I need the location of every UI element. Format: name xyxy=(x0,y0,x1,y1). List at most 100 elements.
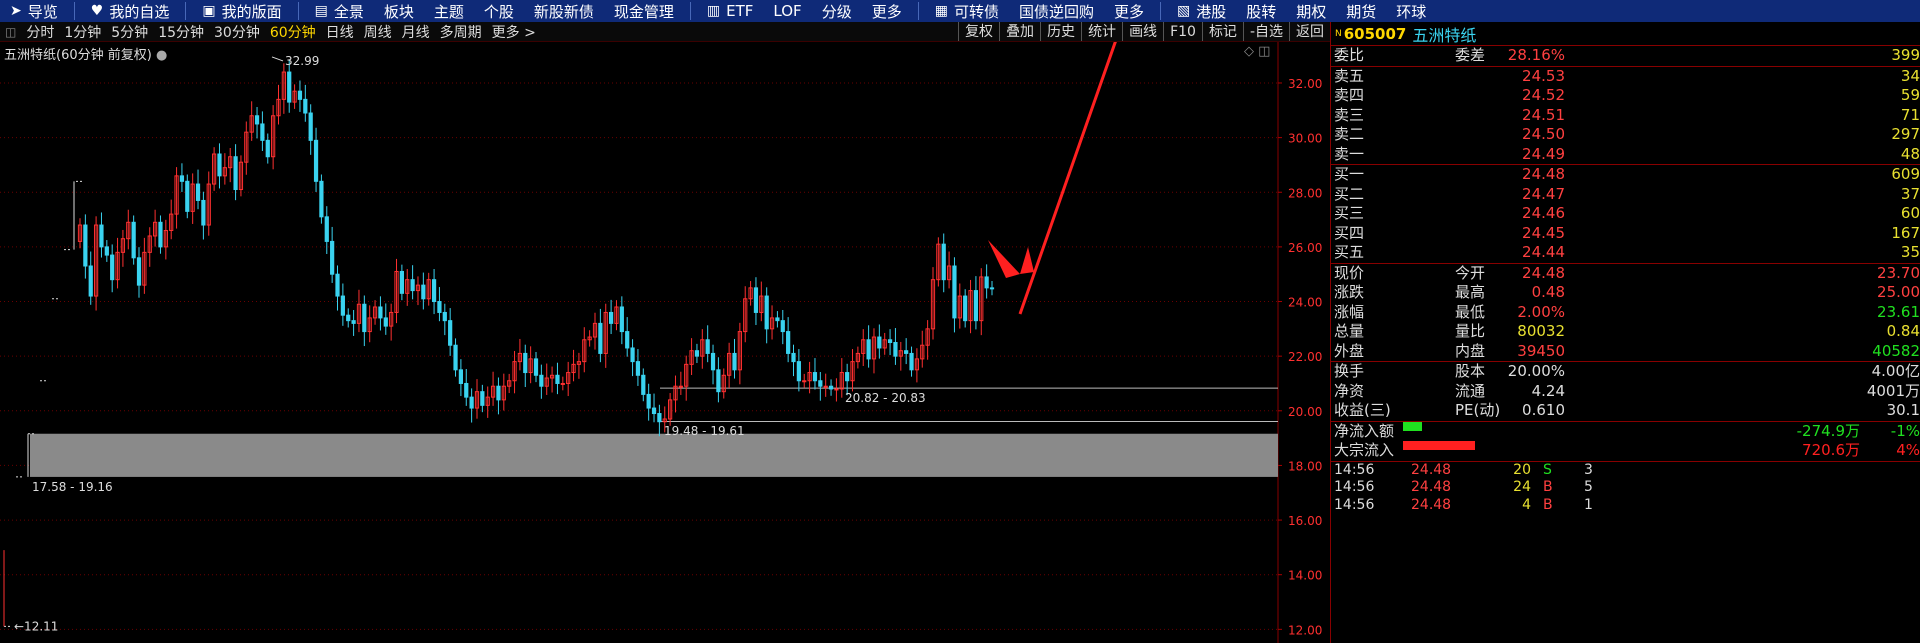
candle-body xyxy=(904,350,909,354)
nav-item-5[interactable]: 主题 xyxy=(424,0,474,22)
bid-row[interactable]: 买四 24.45 167 xyxy=(1331,224,1920,244)
period-tab-10[interactable]: 更多 > xyxy=(487,22,541,41)
bid-row[interactable]: 买五 24.44 35 xyxy=(1331,243,1920,263)
nav-item-20[interactable]: 环球 xyxy=(1386,0,1436,22)
function-button-6[interactable]: 标记 xyxy=(1201,22,1243,41)
period-tab-1[interactable]: 1分钟 xyxy=(59,22,106,41)
function-button-3[interactable]: 统计 xyxy=(1081,22,1122,41)
fund-label: 换手 xyxy=(1334,362,1365,380)
candle-body xyxy=(786,331,791,354)
nav-item-17[interactable]: 股转 xyxy=(1236,0,1286,22)
nav-item-2[interactable]: ▣ 我的版面 xyxy=(192,0,291,22)
stock-code[interactable]: 605007 xyxy=(1344,25,1407,43)
tick-price: 24.48 xyxy=(1411,479,1452,495)
fund-value-2: 30.1 xyxy=(1886,401,1920,419)
period-tab-5[interactable]: 60分钟 xyxy=(265,22,321,41)
ask-row[interactable]: 卖一 24.49 48 xyxy=(1331,145,1920,165)
kline-chart-area[interactable]: 32.00 30.00 28.00 26.00 24.00 22.00 20.00 18.00… xyxy=(0,42,1330,643)
period-tab-2[interactable]: 5分钟 xyxy=(106,22,153,41)
tick-list: 14:56 24.48 20 S 3 14:56 24.48 24 B 5 14:56 24.48 4 B… xyxy=(1331,462,1920,515)
nav-item-label: 新股新债 xyxy=(533,2,594,21)
ask-volume: 34 xyxy=(1900,66,1920,85)
nav-item-8[interactable]: 现金管理 xyxy=(604,0,684,22)
nav-item-16[interactable]: ▧ 港股 xyxy=(1167,0,1236,22)
function-button-2[interactable]: 历史 xyxy=(1040,22,1081,41)
function-button-4[interactable]: 画线 xyxy=(1122,22,1163,41)
function-button-8[interactable]: 返回 xyxy=(1289,22,1330,41)
nav-item-10[interactable]: LOF xyxy=(763,0,811,22)
nav-item-0[interactable]: ➤ 导览 xyxy=(0,0,68,22)
flow-value: 720.6万 xyxy=(1802,441,1860,459)
bid-row[interactable]: 买三 24.46 60 xyxy=(1331,204,1920,224)
candle-body xyxy=(464,382,469,398)
y-tick-label: 28.00 xyxy=(1288,186,1322,200)
bid-row[interactable]: 买二 24.47 37 xyxy=(1331,185,1920,205)
quote-value: 39450 xyxy=(1517,341,1565,360)
function-button-7[interactable]: -自选 xyxy=(1242,22,1289,41)
function-button-1[interactable]: 叠加 xyxy=(999,22,1040,41)
nav-item-7[interactable]: 新股新债 xyxy=(524,0,604,22)
nav-item-label: 港股 xyxy=(1196,2,1227,21)
period-tab-7[interactable]: 周线 xyxy=(359,22,397,41)
stock-name[interactable]: 五洲特纸 xyxy=(1412,22,1476,46)
nav-item-14[interactable]: 国债逆回购 xyxy=(1009,0,1104,22)
ask-price: 24.49 xyxy=(1522,144,1565,163)
high-pointer xyxy=(271,56,284,62)
send-icon: ➤ xyxy=(10,3,22,19)
candle-body xyxy=(378,306,383,319)
period-tab-6[interactable]: 日线 xyxy=(321,22,359,41)
nav-item-1[interactable]: ♥ 我的自选 xyxy=(81,0,180,22)
tick-side: B xyxy=(1543,479,1553,495)
quote-label: 外盘 xyxy=(1334,341,1365,360)
quote-value: 80032 xyxy=(1517,322,1565,340)
function-button-5[interactable]: F10 xyxy=(1163,22,1202,41)
nav-item-11[interactable]: 分级 xyxy=(812,0,862,22)
layout-toggle-icon[interactable]: ◫ xyxy=(0,25,21,39)
etf-icon: ▥ xyxy=(706,3,721,19)
fund-row: 收益(三) 0.610 PE(动) 30.1 xyxy=(1331,401,1920,421)
function-button-0[interactable]: 复权 xyxy=(958,22,999,41)
bid-label: 买四 xyxy=(1334,223,1365,242)
diamond-icon[interactable]: ◇ xyxy=(1244,44,1254,59)
ask-label: 卖一 xyxy=(1334,144,1365,163)
nav-item-label: 更多 xyxy=(1113,2,1144,21)
settings-circle-icon[interactable]: ● xyxy=(156,48,167,63)
tick-count: 5 xyxy=(1584,479,1593,495)
candle-body xyxy=(131,221,136,259)
ask-volume: 48 xyxy=(1900,144,1920,163)
nav-item-4[interactable]: 板块 xyxy=(374,0,424,22)
ask-row[interactable]: 卖五 24.53 34 xyxy=(1331,67,1920,87)
fund-label-2: PE(动) xyxy=(1455,401,1501,419)
period-tab-8[interactable]: 月线 xyxy=(397,22,435,41)
stock-header: N 605007 五洲特纸 xyxy=(1331,22,1920,46)
panel-toggle-icon[interactable]: ◫ xyxy=(1258,44,1270,59)
nav-item-6[interactable]: 个股 xyxy=(474,0,524,22)
nav-item-18[interactable]: 期权 xyxy=(1286,0,1336,22)
nav-item-13[interactable]: ▦ 可转债 xyxy=(925,0,1009,22)
period-tab-0[interactable]: 分时 xyxy=(21,22,59,41)
nav-item-12[interactable]: 更多 xyxy=(862,0,912,22)
candle-body xyxy=(195,183,201,201)
y-tick-label: 32.00 xyxy=(1288,77,1322,91)
bid-row[interactable]: 买一 24.48 609 xyxy=(1331,165,1920,185)
nav-item-15[interactable]: 更多 xyxy=(1104,0,1154,22)
ask-row[interactable]: 卖二 24.50 297 xyxy=(1331,125,1920,145)
fund-label-2: 流通 xyxy=(1455,381,1486,400)
candle-body xyxy=(431,279,437,303)
period-tab-4[interactable]: 30分钟 xyxy=(209,22,265,41)
nav-item-3[interactable]: ▤ 全景 xyxy=(305,0,374,22)
ask-row[interactable]: 卖四 24.52 59 xyxy=(1331,86,1920,106)
nav-item-9[interactable]: ▥ ETF xyxy=(697,0,764,22)
nav-item-19[interactable]: 期货 xyxy=(1336,0,1386,22)
fund-row: 换手 20.00% 股本 4.00亿 xyxy=(1331,362,1920,382)
y-tick-label: 18.00 xyxy=(1288,459,1322,473)
quote-label: 总量 xyxy=(1334,322,1365,340)
period-tab-9[interactable]: 多周期 xyxy=(435,22,487,41)
period-tab-3[interactable]: 15分钟 xyxy=(153,22,209,41)
nav-separator xyxy=(1160,2,1161,20)
candle-body xyxy=(442,311,447,322)
bid-price: 24.44 xyxy=(1522,243,1565,261)
ask-row[interactable]: 卖三 24.51 71 xyxy=(1331,106,1920,126)
quote-row: 总量 80032 量比 0.84 xyxy=(1331,322,1920,342)
bid-volume: 37 xyxy=(1900,184,1920,203)
